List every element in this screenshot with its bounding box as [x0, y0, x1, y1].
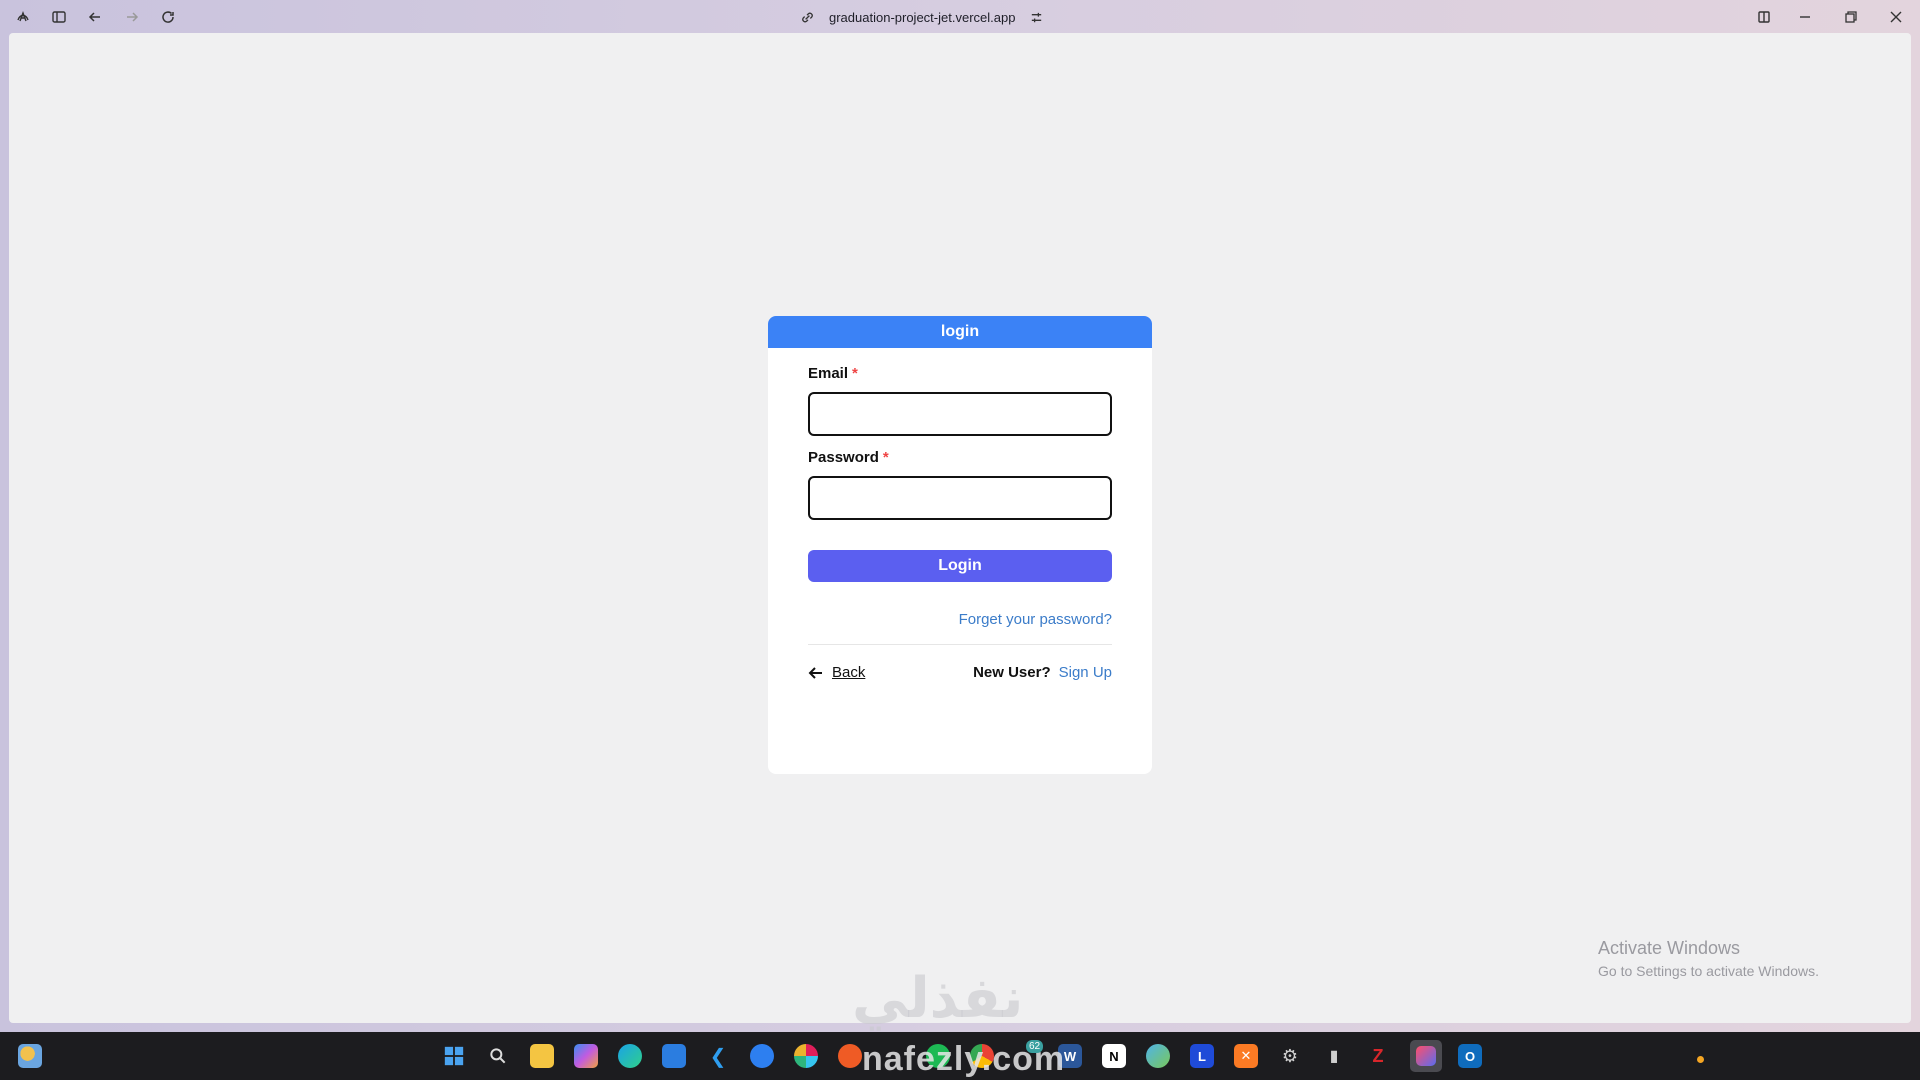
forward-arrow-icon[interactable] [121, 6, 143, 28]
settings-icon[interactable]: ⚙ [1278, 1044, 1302, 1068]
address-bar[interactable]: graduation-project-jet.vercel.app [800, 6, 1044, 28]
file-explorer-icon[interactable] [530, 1044, 554, 1068]
login-button[interactable]: Login [808, 550, 1112, 582]
site-settings-icon[interactable] [1029, 10, 1044, 25]
browser-titlebar: graduation-project-jet.vercel.app [0, 0, 1920, 33]
restore-icon[interactable] [1840, 6, 1862, 28]
filezilla-icon[interactable]: Z [1366, 1044, 1390, 1068]
email-label: Email * [808, 365, 858, 382]
weather-icon[interactable] [18, 1044, 42, 1068]
xampp-icon[interactable]: ✕ [1234, 1044, 1258, 1068]
vscode-icon[interactable]: ❮ [706, 1044, 730, 1068]
email-input[interactable] [808, 392, 1112, 436]
signup-prompt: New User? Sign Up [973, 664, 1112, 681]
login-card-header: login [768, 316, 1152, 348]
arc-browser-icon[interactable] [1410, 1040, 1442, 1072]
signup-link[interactable]: Sign Up [1059, 664, 1112, 681]
notification-badge: 62 [1026, 1040, 1044, 1053]
page-viewport: login Email * Password * Login Forget your… [9, 33, 1911, 1023]
divider [808, 644, 1112, 645]
browser-menu-icon[interactable] [12, 6, 34, 28]
url-text[interactable]: graduation-project-jet.vercel.app [829, 10, 1015, 25]
watermark-arabic: نفذلي [852, 966, 1024, 1031]
start-icon[interactable] [442, 1044, 466, 1068]
required-mark: * [882, 449, 889, 466]
split-view-icon[interactable] [1753, 6, 1775, 28]
minimize-icon[interactable] [1794, 6, 1816, 28]
search-icon[interactable] [486, 1044, 510, 1068]
notion-icon[interactable]: N [1102, 1044, 1126, 1068]
close-icon[interactable] [1885, 6, 1907, 28]
card-title: login [940, 323, 980, 340]
sidebar-toggle-icon[interactable] [48, 6, 70, 28]
app-icon[interactable] [750, 1044, 774, 1068]
forgot-password-link[interactable]: Forget your password? [959, 611, 1112, 628]
arrow-left-icon [808, 666, 822, 679]
password-label: Password * [808, 449, 889, 466]
slack-icon[interactable] [794, 1044, 818, 1068]
outlook-icon[interactable]: O [1458, 1044, 1482, 1068]
device-icon[interactable]: ▮ [1322, 1044, 1346, 1068]
reload-icon[interactable] [157, 6, 179, 28]
password-input[interactable] [808, 476, 1112, 520]
login-card: login Email * Password * Login Forget your… [768, 316, 1152, 774]
back-arrow-icon[interactable] [84, 6, 106, 28]
postman-icon[interactable] [838, 1044, 862, 1068]
l-app-icon[interactable]: L [1190, 1044, 1214, 1068]
notification-dot [1697, 1056, 1704, 1063]
link-icon [802, 12, 813, 22]
back-link[interactable]: Back [808, 664, 865, 681]
globe-icon[interactable] [1146, 1044, 1170, 1068]
edge-icon[interactable] [618, 1044, 642, 1068]
store-icon[interactable] [662, 1044, 686, 1068]
copilot-icon[interactable] [574, 1044, 598, 1068]
new-user-text: New User? [973, 664, 1051, 681]
required-mark: * [852, 365, 858, 382]
activate-windows-watermark: Activate Windows Go to Settings to activ… [1598, 938, 1819, 979]
